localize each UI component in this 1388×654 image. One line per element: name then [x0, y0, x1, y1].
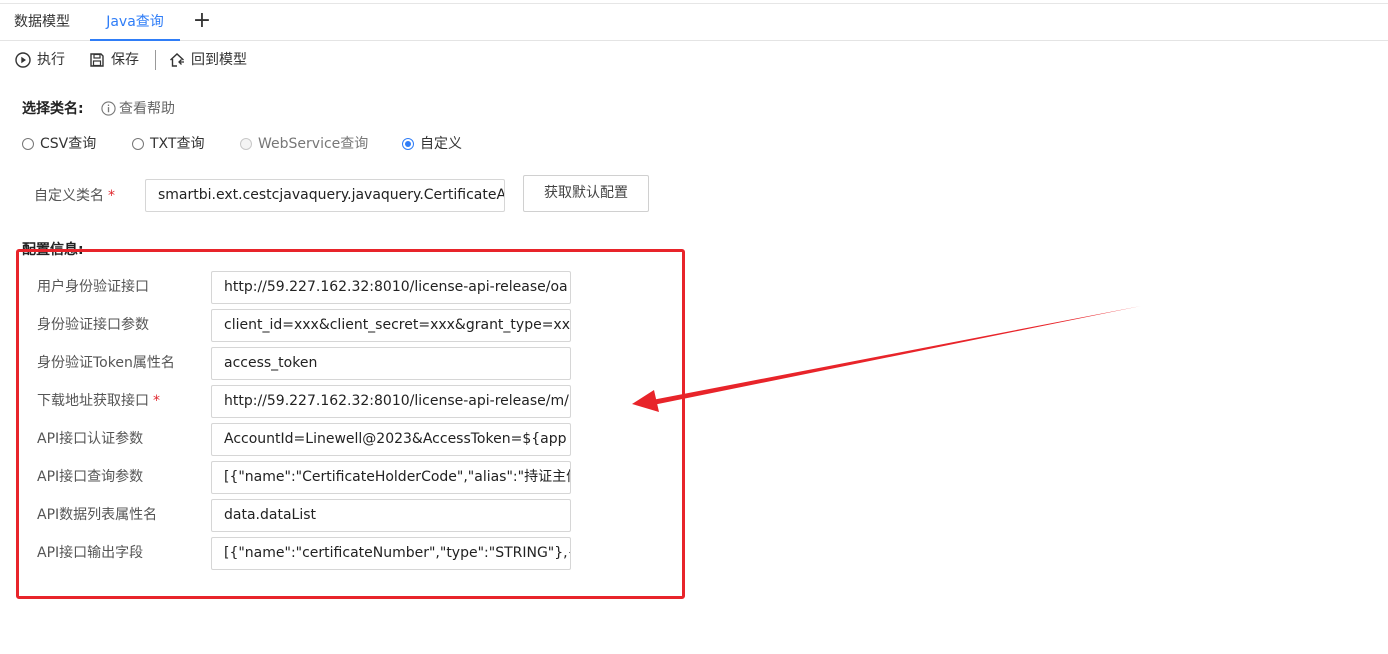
save-label: 保存: [111, 52, 139, 68]
save-button[interactable]: 保存: [89, 50, 139, 70]
radio-circle: [132, 138, 144, 150]
radio-webservice-query: WebService查询: [240, 134, 368, 154]
radio-txt-query[interactable]: TXT查询: [132, 134, 204, 154]
radio-csv-query[interactable]: CSV查询: [22, 134, 96, 154]
save-icon: [90, 53, 104, 67]
tab-data-model[interactable]: 数据模型: [14, 4, 70, 40]
custom-class-label: 自定义类名 *: [34, 186, 115, 206]
field-label-output-fields: API接口输出字段: [37, 543, 143, 563]
toolbar: 执行 保存 回到模型: [0, 44, 700, 76]
help-link[interactable]: 查看帮助: [101, 98, 175, 118]
field-label-text: API接口查询参数: [37, 469, 144, 485]
token-attr-input[interactable]: access_token: [211, 347, 571, 380]
radio-label: 自定义: [420, 136, 462, 152]
api-query-params-input[interactable]: [{"name":"CertificateHolderCode","alias"…: [211, 461, 571, 494]
radio-circle: [22, 138, 34, 150]
toolbar-divider: [155, 50, 156, 70]
run-label: 执行: [37, 52, 65, 68]
field-label-text: 身份验证接口参数: [37, 317, 149, 333]
back-to-model-label: 回到模型: [191, 52, 247, 68]
field-label-auth-url: 用户身份验证接口: [37, 277, 149, 297]
field-label-data-list-attr: API数据列表属性名: [37, 505, 157, 525]
field-label-text: API数据列表属性名: [37, 507, 158, 523]
field-label-text: 身份验证Token属性名: [37, 355, 175, 371]
radio-circle: [402, 138, 414, 150]
field-label-text: 用户身份验证接口: [37, 279, 149, 295]
field-label-text: API接口输出字段: [37, 545, 144, 561]
add-tab-button[interactable]: +: [192, 10, 212, 32]
home-return-icon: [170, 53, 184, 67]
field-label-text: 下载地址获取接口: [37, 393, 149, 409]
api-auth-params-input[interactable]: AccountId=Linewell@2023&AccessToken=${ap…: [211, 423, 571, 456]
field-label-api-auth-params: API接口认证参数: [37, 429, 143, 449]
arrow-head: [632, 390, 659, 412]
auth-url-input[interactable]: http://59.227.162.32:8010/license-api-re…: [211, 271, 571, 304]
radio-label: WebService查询: [258, 136, 369, 152]
help-label: 查看帮助: [119, 101, 175, 117]
radio-label: CSV查询: [40, 136, 97, 152]
config-section-title: 配置信息:: [22, 242, 84, 258]
radio-circle: [240, 138, 252, 150]
run-button[interactable]: 执行: [15, 50, 65, 70]
download-url-input[interactable]: http://59.227.162.32:8010/license-api-re…: [211, 385, 571, 418]
required-mark: *: [153, 393, 160, 409]
arrow-shaft: [652, 306, 1141, 405]
field-label-auth-params: 身份验证接口参数: [37, 315, 149, 335]
custom-class-label-text: 自定义类名: [34, 188, 104, 204]
tab-java-query[interactable]: Java查询: [90, 4, 180, 41]
required-mark: *: [108, 188, 115, 204]
field-label-text: API接口认证参数: [37, 431, 144, 447]
output-fields-input[interactable]: [{"name":"certificateNumber","type":"STR…: [211, 537, 571, 570]
radio-custom[interactable]: 自定义: [402, 134, 462, 154]
back-to-model-button[interactable]: 回到模型: [169, 50, 247, 70]
custom-class-input[interactable]: smartbi.ext.cestcjavaquery.javaquery.Cer…: [145, 179, 505, 212]
data-list-attr-input[interactable]: data.dataList: [211, 499, 571, 532]
field-label-token-attr: 身份验证Token属性名: [37, 353, 175, 373]
play-circle-icon: [15, 52, 31, 68]
radio-label: TXT查询: [150, 136, 205, 152]
query-type-radio-group: CSV查询 TXT查询 WebService查询 自定义: [22, 134, 622, 154]
field-label-api-query-params: API接口查询参数: [37, 467, 143, 487]
annotation-arrow: [632, 306, 1141, 412]
auth-params-input[interactable]: client_id=xxx&client_secret=xxx&grant_ty…: [211, 309, 571, 342]
class-section-title: 选择类名:: [22, 101, 84, 117]
tab-bar: 数据模型 Java查询 +: [0, 4, 1388, 41]
field-label-download-url: 下载地址获取接口 *: [37, 391, 160, 411]
info-icon: [101, 100, 116, 116]
get-default-config-button[interactable]: 获取默认配置: [523, 175, 649, 212]
